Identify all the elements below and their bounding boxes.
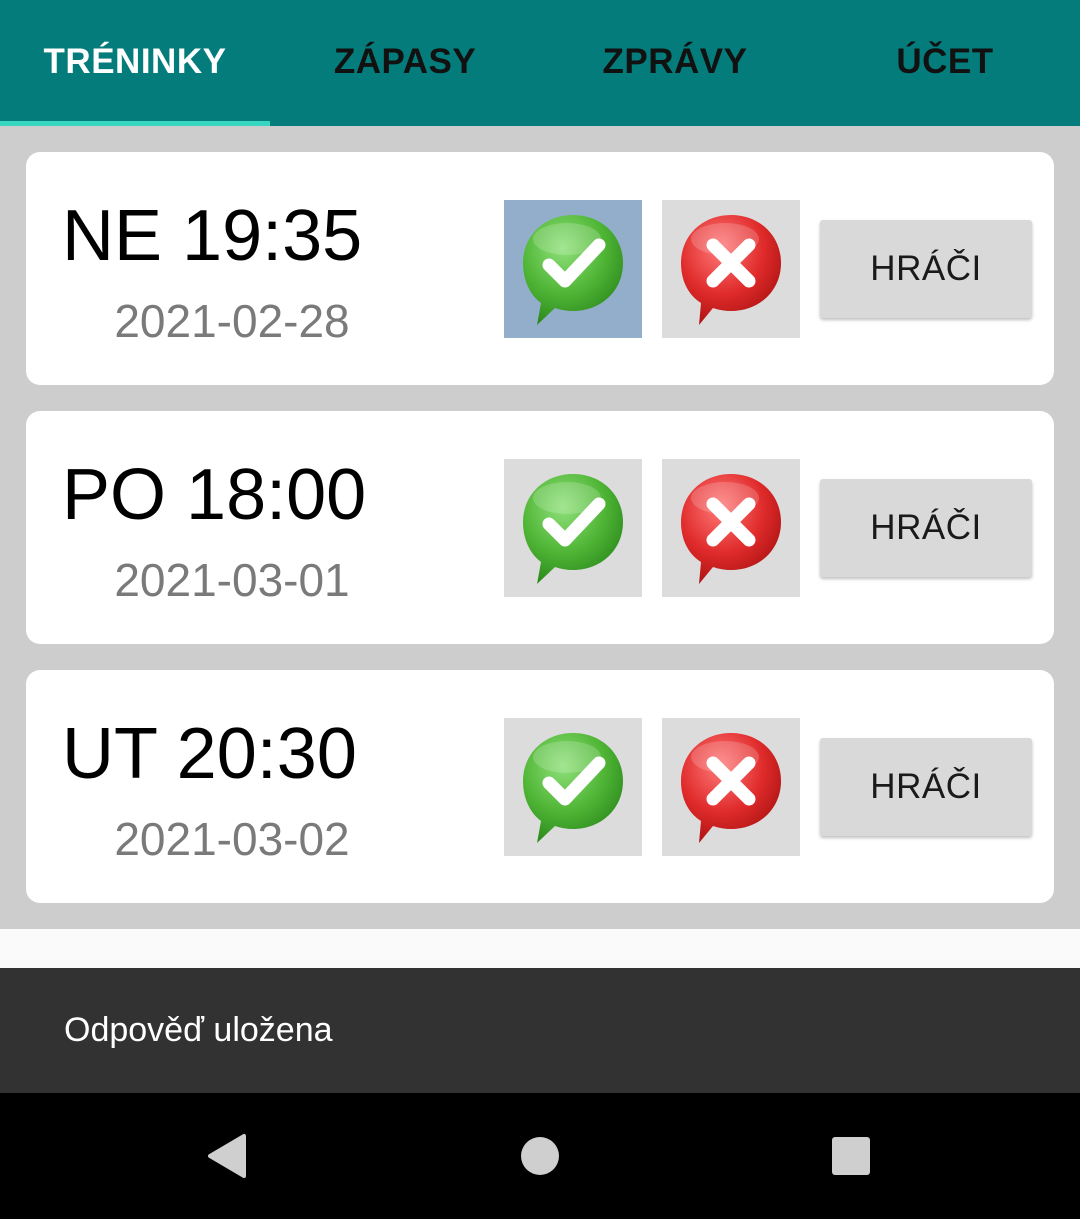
training-card: PO 18:00 2021-03-01 HRÁČI: [26, 411, 1054, 644]
attend-yes-button[interactable]: [504, 459, 642, 597]
tab-treninky[interactable]: TRÉNINKY: [0, 0, 270, 126]
attend-no-button[interactable]: [662, 200, 800, 338]
green-check-bubble-icon: [523, 733, 623, 843]
tab-label: TRÉNINKY: [43, 42, 227, 81]
training-time: NE 19:35: [62, 196, 363, 276]
nav-home-button[interactable]: [480, 1093, 600, 1219]
tab-label: ZÁPASY: [333, 42, 477, 81]
navigation-bar: [0, 1093, 1080, 1219]
red-x-bubble-icon: [681, 474, 781, 584]
players-button[interactable]: HRÁČI: [820, 738, 1032, 836]
players-button[interactable]: HRÁČI: [820, 479, 1032, 577]
attend-yes-button[interactable]: [504, 200, 642, 338]
training-list[interactable]: NE 19:35 2021-02-28 HRÁČI PO 18:00 2021-…: [0, 126, 1080, 929]
attend-no-button[interactable]: [662, 459, 800, 597]
nav-recents-button[interactable]: [791, 1093, 911, 1219]
recents-square-icon: [832, 1137, 870, 1175]
green-check-bubble-icon: [523, 215, 623, 325]
nav-back-button[interactable]: [166, 1093, 286, 1219]
snackbar: Odpověď uložena: [0, 968, 1080, 1093]
green-check-bubble-icon: [523, 474, 623, 584]
red-x-bubble-icon: [681, 733, 781, 843]
snackbar-message: Odpověď uložena: [64, 1011, 333, 1049]
tab-label: ZPRÁVY: [602, 42, 748, 81]
players-button[interactable]: HRÁČI: [820, 220, 1032, 318]
attend-yes-button[interactable]: [504, 718, 642, 856]
tab-ucet[interactable]: ÚČET: [810, 0, 1080, 126]
red-x-bubble-icon: [681, 215, 781, 325]
attend-no-button[interactable]: [662, 718, 800, 856]
tab-label: ÚČET: [896, 42, 994, 81]
training-card: NE 19:35 2021-02-28 HRÁČI: [26, 152, 1054, 385]
training-date: 2021-03-01: [114, 554, 350, 606]
training-time: UT 20:30: [62, 714, 357, 794]
tab-zapasy[interactable]: ZÁPASY: [270, 0, 540, 126]
tab-zpravy[interactable]: ZPRÁVY: [540, 0, 810, 126]
training-date: 2021-02-28: [114, 295, 350, 347]
tab-bar: TRÉNINKY ZÁPASY ZPRÁVY ÚČET: [0, 0, 1080, 126]
training-card: UT 20:30 2021-03-02 HRÁČI: [26, 670, 1054, 903]
home-circle-icon: [521, 1137, 559, 1175]
training-date: 2021-03-02: [114, 813, 350, 865]
training-time: PO 18:00: [62, 455, 367, 535]
back-triangle-icon: [208, 1134, 246, 1178]
